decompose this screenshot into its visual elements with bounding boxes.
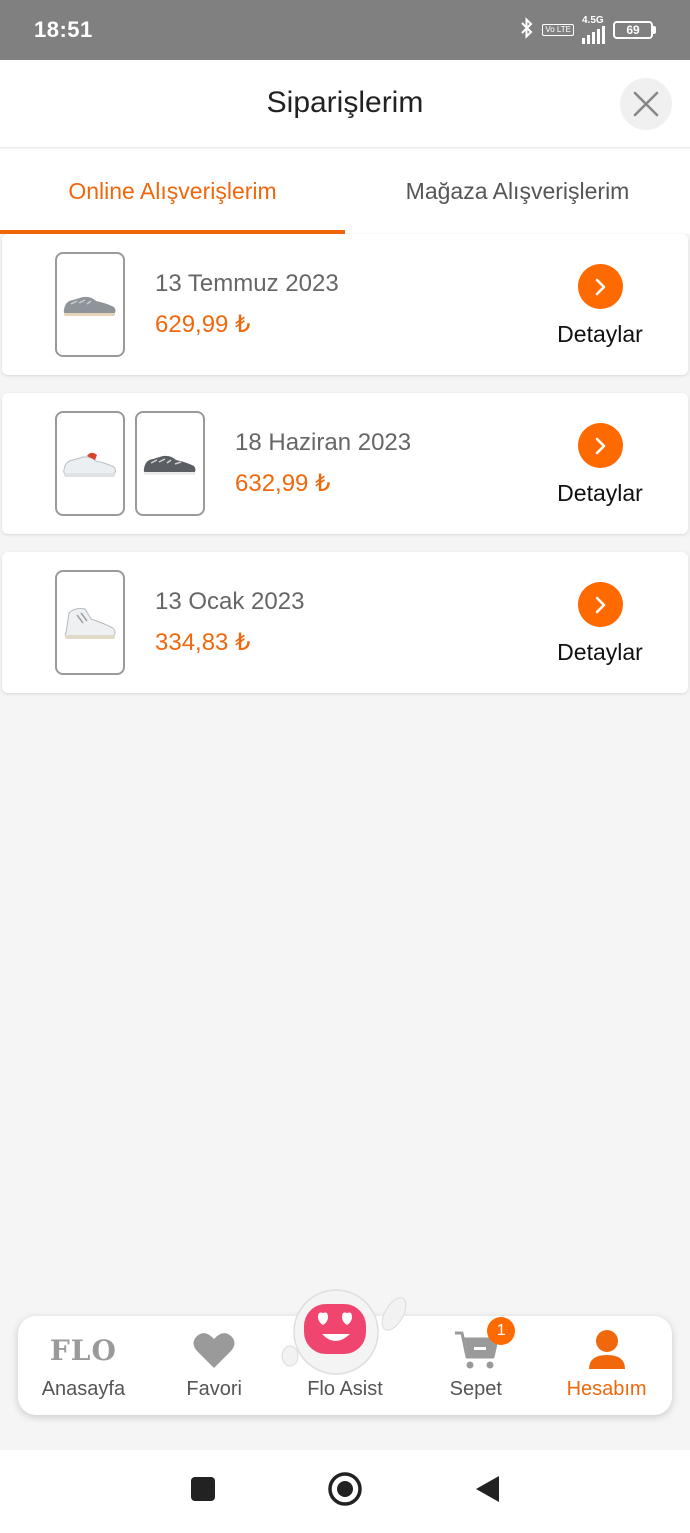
battery-level: 69 [613, 21, 653, 39]
tab-online-purchases[interactable]: Online Alışverişlerim [0, 149, 345, 234]
flo-logo-icon: FLO [50, 1328, 117, 1372]
sneaker-icon [64, 607, 116, 639]
mascot-icon[interactable] [278, 1286, 408, 1376]
chevron-right-icon [577, 423, 623, 468]
home-icon[interactable] [327, 1471, 363, 1512]
status-icons: Vo LTE 4.5G 69 [520, 16, 656, 44]
sneaker-icon [63, 296, 116, 316]
sneaker-icon [63, 452, 116, 477]
volte-icon: Vo LTE [542, 24, 574, 36]
tab-bar: Online Alışverişlerim Mağaza Alışverişle… [0, 149, 690, 234]
order-price: 629,99 ₺ [155, 311, 251, 338]
product-thumbnail [55, 570, 125, 675]
nav-label: Anasayfa [41, 1378, 126, 1400]
product-thumbnail [55, 252, 125, 357]
details-button[interactable]: Detaylar [557, 264, 643, 348]
heart-icon [192, 1328, 236, 1372]
chevron-right-icon [577, 582, 623, 627]
recents-icon[interactable] [189, 1475, 217, 1508]
details-label: Detaylar [557, 480, 643, 506]
system-nav-bar [0, 1450, 690, 1533]
order-card[interactable]: 13 Temmuz 2023 629,99 ₺ Detaylar [2, 234, 688, 375]
order-info: 13 Temmuz 2023 629,99 ₺ [155, 270, 339, 339]
order-card[interactable]: 18 Haziran 2023 632,99 ₺ Detaylar [2, 393, 688, 534]
battery-icon: 69 [613, 21, 656, 39]
product-thumbnail [55, 411, 125, 516]
details-button[interactable]: Detaylar [557, 423, 643, 507]
nav-item-home[interactable]: FLO Anasayfa [18, 1316, 149, 1415]
order-date: 18 Haziran 2023 [235, 429, 412, 456]
status-bar: 18:51 Vo LTE 4.5G 69 [0, 0, 690, 60]
status-time: 18:51 [34, 17, 93, 42]
nav-item-cart[interactable]: 1 Sepet [410, 1316, 541, 1415]
header: Siparişlerim [0, 60, 690, 148]
close-button[interactable] [620, 78, 672, 130]
flo-logo: FLO [49, 1333, 117, 1367]
tab-store-purchases[interactable]: Mağaza Alışverişlerim [345, 149, 690, 234]
bluetooth-icon [520, 16, 534, 44]
nav-label: Flo Asist [307, 1378, 383, 1400]
back-icon[interactable] [473, 1474, 501, 1509]
sneaker-icon [143, 455, 196, 475]
nav-label: Sepet [449, 1378, 502, 1400]
order-price: 334,83 ₺ [155, 629, 251, 656]
user-icon [587, 1328, 627, 1372]
nav-label: Favori [186, 1378, 242, 1400]
order-info: 13 Ocak 2023 334,83 ₺ [155, 588, 304, 657]
cart-badge: 1 [487, 1317, 516, 1345]
nav-label: Hesabım [566, 1378, 647, 1400]
product-thumbnail [135, 411, 205, 516]
details-label: Detaylar [557, 321, 643, 347]
details-button[interactable]: Detaylar [557, 582, 643, 666]
order-info: 18 Haziran 2023 632,99 ₺ [235, 429, 411, 498]
close-icon [633, 91, 659, 117]
order-date: 13 Ocak 2023 [155, 588, 305, 615]
order-card[interactable]: 13 Ocak 2023 334,83 ₺ Detaylar [2, 552, 688, 693]
nav-item-account[interactable]: Hesabım [541, 1316, 672, 1415]
details-label: Detaylar [557, 639, 643, 665]
chevron-right-icon [577, 264, 623, 309]
nav-item-favorites[interactable]: Favori [149, 1316, 280, 1415]
order-date: 13 Temmuz 2023 [155, 270, 339, 297]
page-title: Siparişlerim [266, 86, 424, 119]
order-price: 632,99 ₺ [235, 470, 331, 497]
network-type: 4.5G [582, 15, 604, 26]
signal-icon [582, 26, 605, 44]
